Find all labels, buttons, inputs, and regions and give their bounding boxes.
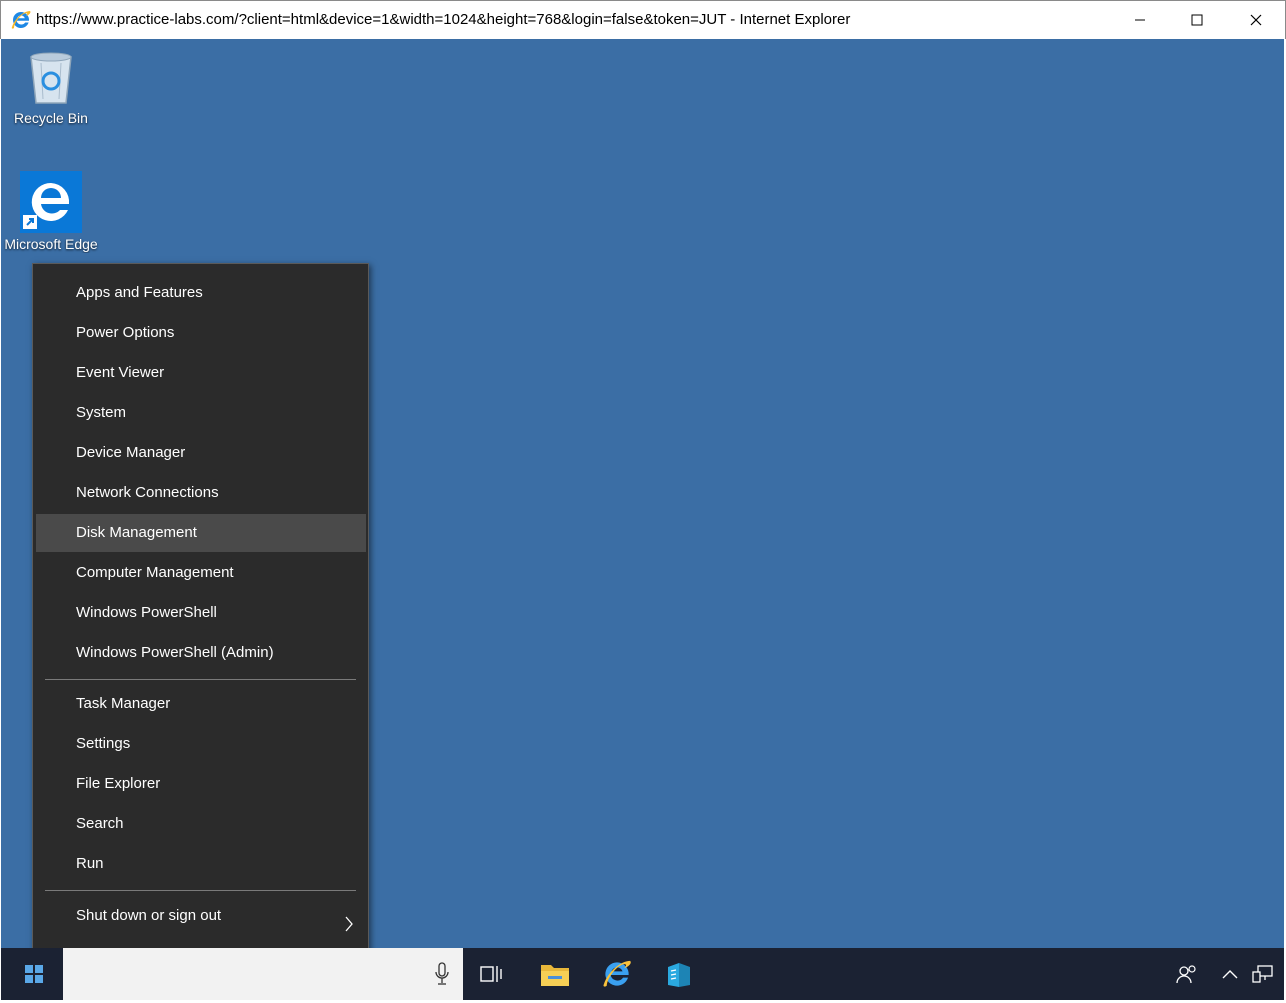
menu-item-search[interactable]: Search — [36, 805, 366, 843]
edge-icon — [20, 171, 82, 233]
menu-item-shut-down-or-sign-out[interactable]: Shut down or sign out — [36, 897, 366, 935]
taskbar-file-explorer[interactable] — [527, 948, 583, 1000]
internet-explorer-icon — [10, 9, 32, 31]
taskbar — [1, 948, 1284, 1000]
menu-item-task-manager[interactable]: Task Manager — [36, 685, 366, 723]
taskbar-internet-explorer[interactable] — [589, 948, 645, 1000]
close-button[interactable] — [1227, 1, 1285, 39]
menu-item-windows-powershell[interactable]: Windows PowerShell — [36, 594, 366, 632]
internet-explorer-icon — [603, 960, 631, 987]
menu-item-network-connections[interactable]: Network Connections — [36, 474, 366, 512]
maximize-icon — [1191, 14, 1203, 26]
menu-item-file-explorer[interactable]: File Explorer — [36, 765, 366, 803]
minimize-icon — [1135, 19, 1145, 21]
desktop-icon-label: Microsoft Edge — [4, 236, 98, 252]
menu-item-power-options[interactable]: Power Options — [36, 314, 366, 352]
taskbar-server-manager[interactable] — [651, 948, 707, 1000]
window-title: https://www.practice-labs.com/?client=ht… — [36, 11, 851, 28]
file-explorer-icon — [541, 965, 569, 986]
menu-separator — [45, 890, 356, 891]
microphone-icon[interactable] — [435, 962, 449, 991]
desktop-icon-recycle-bin[interactable]: Recycle Bin — [3, 49, 99, 126]
menu-item-disk-management[interactable]: Disk Management — [36, 514, 366, 552]
show-hidden-icons-button[interactable] — [1217, 948, 1243, 1000]
chevron-up-icon — [1222, 970, 1238, 979]
desktop-icon-microsoft-edge[interactable]: Microsoft Edge — [3, 171, 99, 253]
menu-item-run[interactable]: Run — [36, 845, 366, 883]
menu-separator — [45, 679, 356, 680]
close-icon — [1250, 14, 1262, 26]
menu-item-event-viewer[interactable]: Event Viewer — [36, 354, 366, 392]
browser-title-bar: https://www.practice-labs.com/?client=ht… — [0, 0, 1286, 39]
remote-desktop[interactable]: Recycle Bin Microsoft Edge Apps and Feat… — [1, 39, 1284, 1000]
menu-item-settings[interactable]: Settings — [36, 725, 366, 763]
windows-start-icon — [25, 965, 43, 983]
network-icon — [1252, 965, 1273, 983]
task-view-icon — [480, 966, 502, 982]
desktop-icon-label: Recycle Bin — [14, 110, 88, 126]
menu-item-windows-powershell-admin[interactable]: Windows PowerShell (Admin) — [36, 634, 366, 672]
menu-item-computer-management[interactable]: Computer Management — [36, 554, 366, 592]
people-button[interactable] — [1171, 948, 1203, 1000]
menu-item-device-manager[interactable]: Device Manager — [36, 434, 366, 472]
people-icon — [1176, 965, 1196, 984]
taskbar-search-box[interactable] — [63, 948, 463, 1000]
task-view-button[interactable] — [463, 948, 519, 1000]
maximize-button[interactable] — [1168, 1, 1226, 39]
network-button[interactable] — [1247, 948, 1279, 1000]
winx-context-menu: Apps and Features Power Options Event Vi… — [32, 263, 369, 987]
recycle-bin-icon — [3, 49, 99, 108]
start-button[interactable] — [9, 948, 59, 1000]
menu-item-system[interactable]: System — [36, 394, 366, 432]
menu-item-apps-and-features[interactable]: Apps and Features — [36, 274, 366, 312]
server-manager-icon — [668, 963, 690, 987]
minimize-button[interactable] — [1111, 1, 1169, 39]
menu-item-label: Shut down or sign out — [76, 907, 222, 924]
